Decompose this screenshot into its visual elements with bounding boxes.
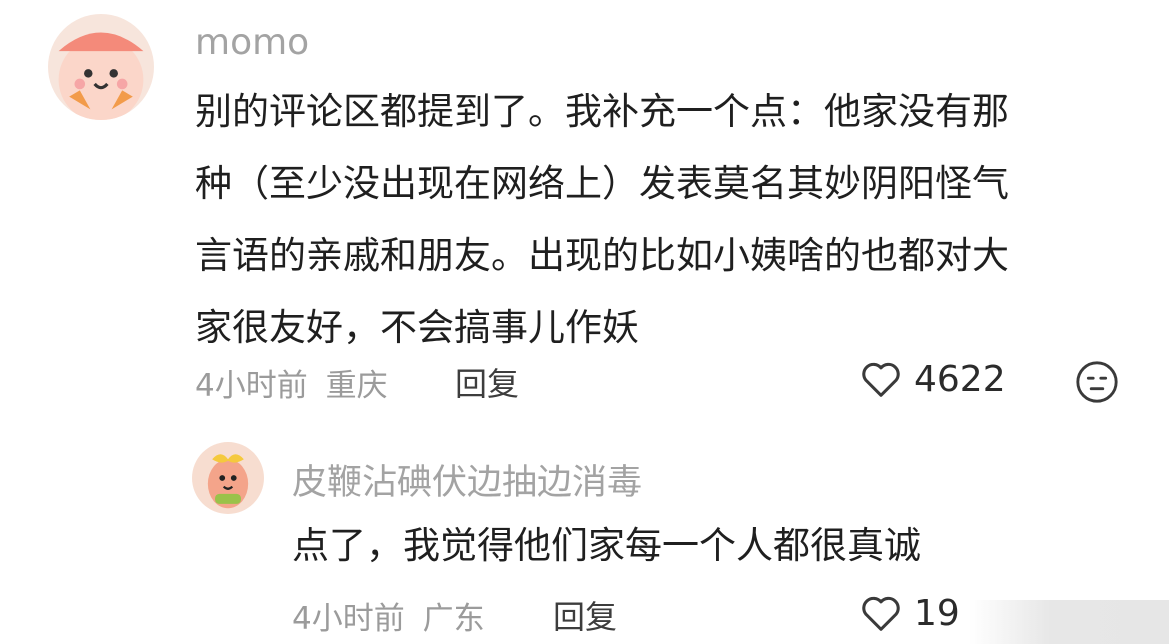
reply-button[interactable]: 回复 [455,359,519,405]
heart-icon [862,362,900,397]
avatar[interactable] [192,442,264,514]
avatar[interactable] [48,14,154,120]
like-count: 4622 [914,358,1006,400]
reply-button[interactable]: 回复 [553,592,617,638]
heart-icon [862,596,900,631]
comment-meta: 4小时前 广东 [292,593,485,638]
dislike-button[interactable] [1074,359,1120,409]
location: 广东 [422,601,485,637]
comment-text-line: 种（至少没出现在网络上）发表莫名其妙阴阳怪气 [195,162,1009,205]
avatar-image [192,442,264,514]
comment-text: 别的评论区都提到了。我补充一个点：他家没有那 种（至少没出现在网络上）发表莫名其… [195,76,1155,364]
location: 重庆 [325,368,388,404]
username[interactable]: momo [195,22,309,63]
comment-text-line: 家很友好，不会搞事儿作妖 [195,306,639,349]
watermark-overlay [969,600,1169,644]
username[interactable]: 皮鞭沾碘伏边抽边消毒 [292,454,642,505]
avatar-image [48,14,154,120]
like-button[interactable]: 4622 [858,356,1006,402]
unhappy-face-icon [1076,361,1118,403]
comment-meta: 4小时前 重庆 [195,360,388,405]
timestamp: 4小时前 [195,368,308,404]
comment-text-line: 言语的亲戚和朋友。出现的比如小姨啥的也都对大 [195,234,1009,277]
comment-text: 点了，我觉得他们家每一个人都很真诚 [292,524,921,567]
like-button[interactable]: 19 [858,590,960,636]
comment-text-line: 别的评论区都提到了。我补充一个点：他家没有那 [195,90,1009,133]
like-count: 19 [914,592,960,634]
timestamp: 4小时前 [292,601,405,637]
